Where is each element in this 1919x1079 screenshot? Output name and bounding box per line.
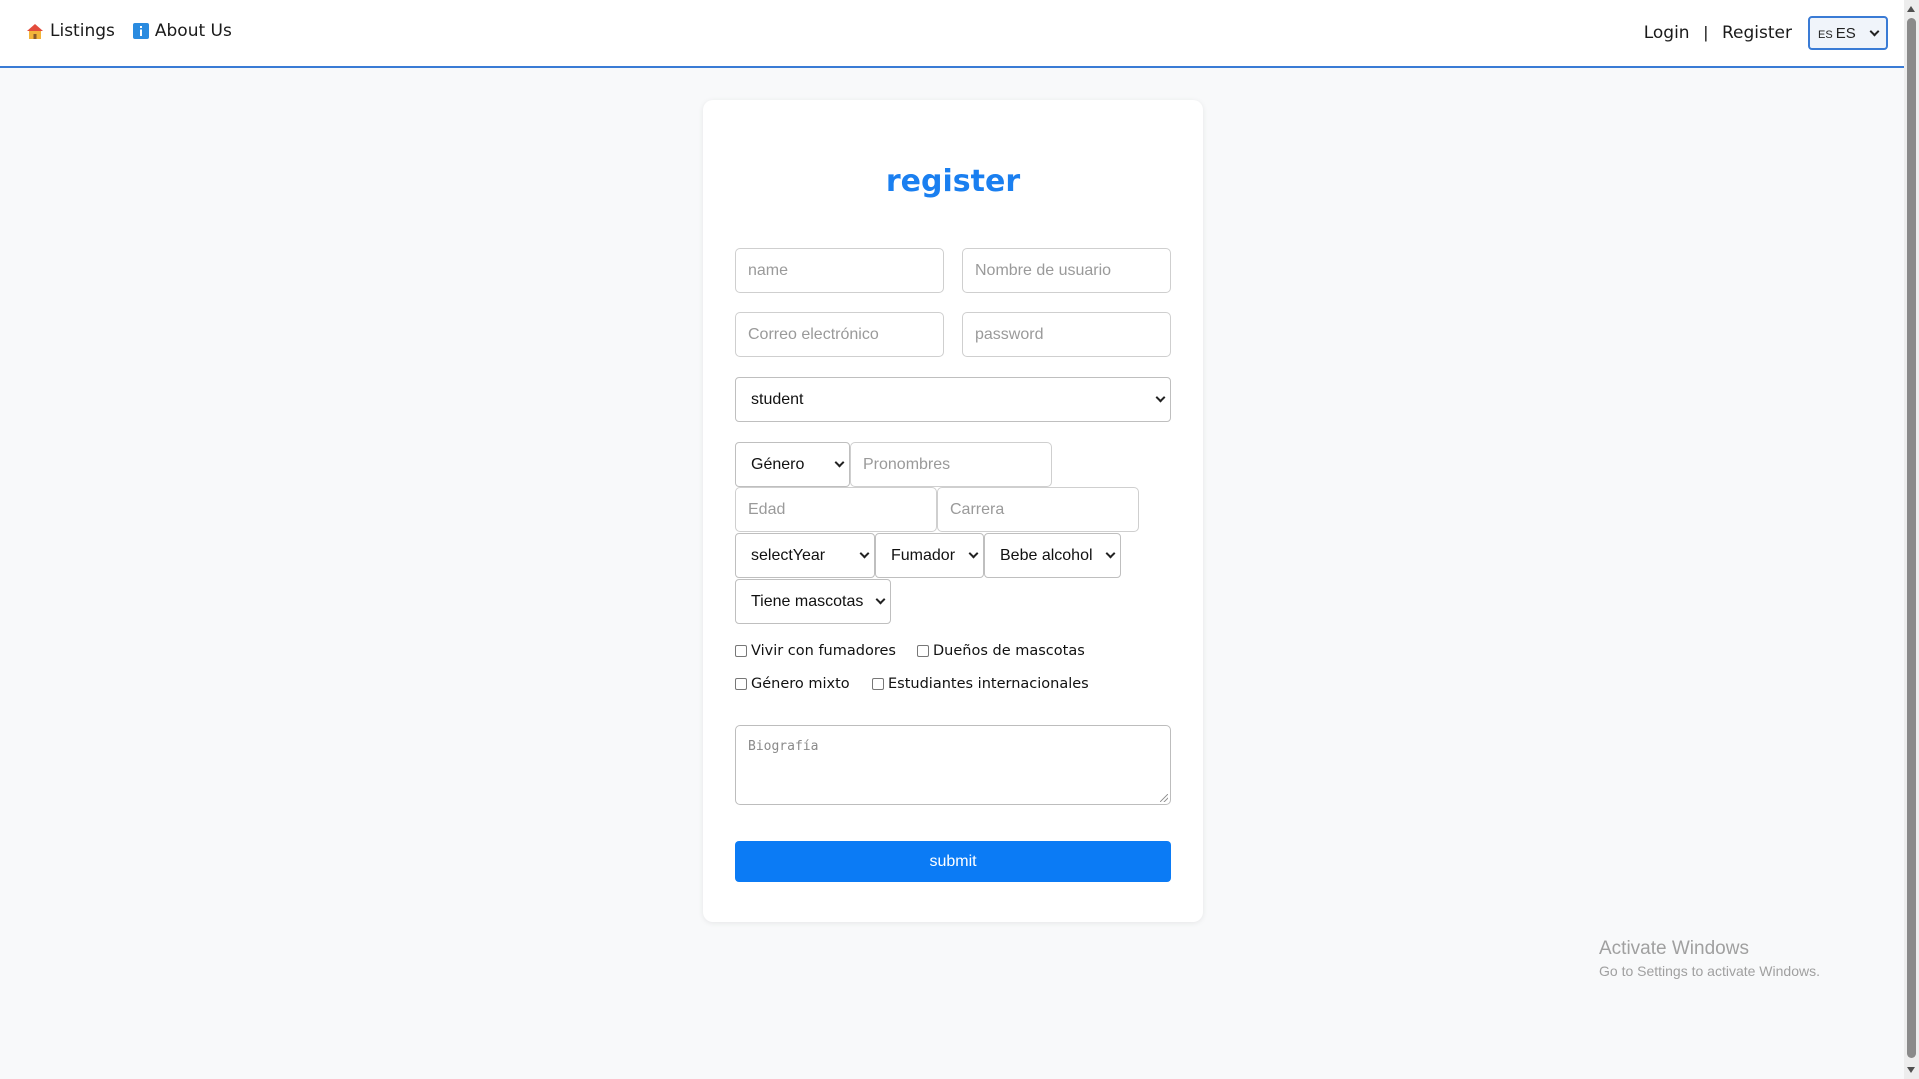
major-placeholder: Carrera xyxy=(950,500,1005,518)
chevron-down-icon xyxy=(834,457,845,468)
checkbox-mixed-gender[interactable]: Género mixto xyxy=(735,676,850,692)
windows-activation-watermark: Activate Windows Go to Settings to activ… xyxy=(1599,938,1820,979)
checkbox-label: Vivir con fumadores xyxy=(751,643,896,659)
smoker-value: Fumador xyxy=(891,546,956,564)
pets-value: Tiene mascotas xyxy=(751,592,864,610)
bio-placeholder: Biografía xyxy=(748,739,819,754)
nav-right: Login | Register ES ES xyxy=(1644,16,1888,50)
checkbox-box[interactable] xyxy=(917,645,929,657)
checkbox-pet-owners[interactable]: Dueños de mascotas xyxy=(917,643,1085,659)
chevron-down-icon xyxy=(968,548,979,559)
flag-icon: ES xyxy=(1818,28,1833,41)
language-value: ES xyxy=(1835,24,1856,42)
watermark-line2: Go to Settings to activate Windows. xyxy=(1599,963,1820,979)
major-input[interactable]: Carrera xyxy=(937,487,1139,532)
checkbox-label: Género mixto xyxy=(751,676,850,692)
nav-about-label: About Us xyxy=(154,21,232,41)
username-input[interactable]: Nombre de usuario xyxy=(962,248,1171,293)
nav-separator: | xyxy=(1703,23,1708,42)
register-link[interactable]: Register xyxy=(1722,23,1792,43)
top-navbar: Listings About Us Login | Register ES ES xyxy=(0,0,1904,68)
submit-button[interactable]: submit xyxy=(735,841,1171,882)
nav-listings-label: Listings xyxy=(50,21,115,41)
role-select[interactable]: student xyxy=(735,377,1171,422)
year-value: selectYear xyxy=(751,546,826,564)
pronouns-placeholder: Pronombres xyxy=(863,455,951,473)
password-placeholder: password xyxy=(975,325,1044,343)
login-link[interactable]: Login xyxy=(1644,23,1690,43)
chevron-down-icon xyxy=(1869,26,1880,36)
bio-textarea[interactable]: Biografía xyxy=(735,725,1171,805)
chevron-down-icon xyxy=(875,594,886,605)
smoker-select[interactable]: Fumador xyxy=(875,533,984,578)
age-placeholder: Edad xyxy=(748,500,786,518)
language-select[interactable]: ES ES xyxy=(1808,16,1888,50)
chevron-down-icon xyxy=(859,548,870,559)
house-icon xyxy=(26,23,44,39)
chevron-down-icon xyxy=(1155,392,1166,403)
drinks-select[interactable]: Bebe alcohol xyxy=(984,533,1121,578)
email-placeholder: Correo electrónico xyxy=(748,325,879,343)
username-placeholder: Nombre de usuario xyxy=(975,261,1112,279)
scrollbar-thumb[interactable] xyxy=(1907,18,1916,1058)
form-title: register xyxy=(885,164,1021,199)
gender-value: Género xyxy=(751,455,805,473)
watermark-line1: Activate Windows xyxy=(1599,938,1749,959)
name-input[interactable]: name xyxy=(735,248,944,293)
role-value: student xyxy=(751,390,804,408)
page-scrollbar[interactable] xyxy=(1904,0,1919,1079)
password-input[interactable]: password xyxy=(962,312,1171,357)
pronouns-input[interactable]: Pronombres xyxy=(850,442,1052,487)
scroll-down-icon[interactable] xyxy=(1907,1067,1915,1073)
drinks-value: Bebe alcohol xyxy=(1000,546,1093,564)
checkbox-international-students[interactable]: Estudiantes internacionales xyxy=(872,676,1089,692)
info-icon xyxy=(132,23,149,39)
checkbox-live-with-smokers[interactable]: Vivir con fumadores xyxy=(735,643,896,659)
resize-handle-icon[interactable] xyxy=(1160,794,1168,802)
pets-select[interactable]: Tiene mascotas xyxy=(735,579,891,624)
register-card: register name Nombre de usuario Correo e… xyxy=(703,100,1203,922)
email-input[interactable]: Correo electrónico xyxy=(735,312,944,357)
checkbox-label: Estudiantes internacionales xyxy=(888,676,1089,692)
checkbox-label: Dueños de mascotas xyxy=(933,643,1085,659)
year-select[interactable]: selectYear xyxy=(735,533,875,578)
name-placeholder: name xyxy=(748,261,789,279)
checkbox-box[interactable] xyxy=(735,645,747,657)
gender-select[interactable]: Género xyxy=(735,442,850,487)
scroll-up-icon[interactable] xyxy=(1907,6,1915,12)
checkbox-box[interactable] xyxy=(735,678,747,690)
nav-left: Listings About Us xyxy=(26,21,250,41)
checkbox-box[interactable] xyxy=(872,678,884,690)
nav-listings-link[interactable]: Listings xyxy=(26,21,115,41)
nav-about-link[interactable]: About Us xyxy=(132,21,232,41)
age-input[interactable]: Edad xyxy=(735,487,937,532)
chevron-down-icon xyxy=(1105,548,1116,559)
